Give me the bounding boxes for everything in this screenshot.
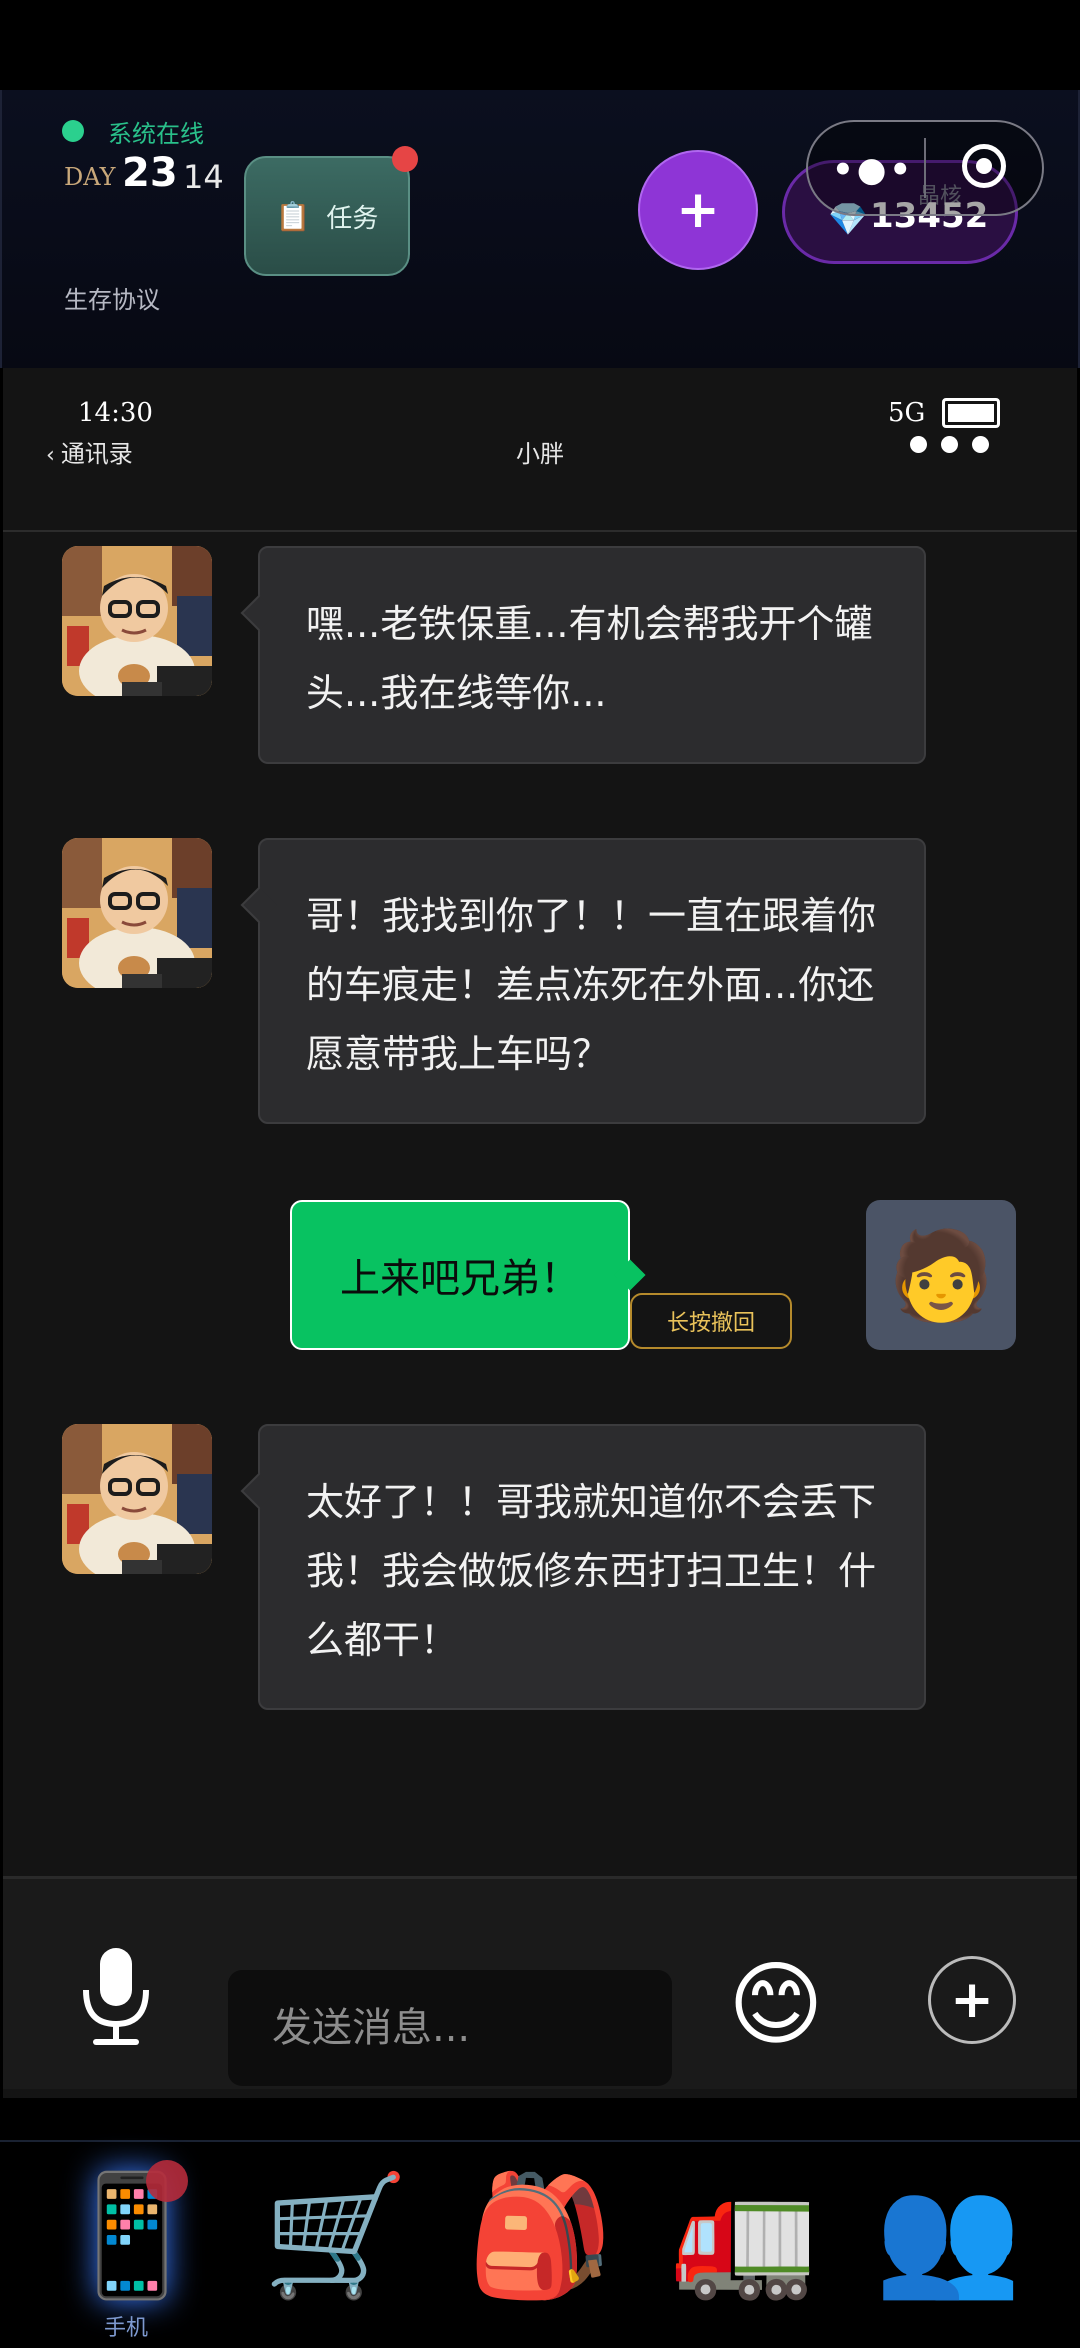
- capsule-divider: [924, 138, 926, 198]
- microphone-icon[interactable]: [74, 1944, 158, 2048]
- dot-icon: [941, 436, 958, 453]
- add-button[interactable]: +: [638, 150, 758, 270]
- incoming-message-bubble[interactable]: 嘿...老铁保重...有机会帮我开个罐头...我在线等你...: [240, 546, 926, 764]
- message-input[interactable]: [228, 1970, 672, 2086]
- person-icon: 🧑: [887, 1225, 995, 1326]
- dot-icon: [972, 436, 989, 453]
- contact-avatar[interactable]: [62, 838, 212, 988]
- contact-avatar[interactable]: [62, 546, 212, 696]
- day-label: DAY: [64, 163, 116, 191]
- message-text: 上来吧兄弟！: [340, 1256, 580, 1302]
- incoming-message-bubble[interactable]: 太好了！！哥我就知道你不会丢下我！我会做饭修东西打扫卫生！什么都干！: [240, 1424, 926, 1710]
- nav-item-phone[interactable]: 📱: [52, 2160, 212, 2310]
- people-icon: 👥: [874, 2165, 1022, 2304]
- close-miniprogram-icon[interactable]: [962, 144, 1006, 188]
- emoji-button[interactable]: 😊: [728, 1950, 824, 2060]
- online-status-icon: [62, 120, 84, 142]
- survival-protocol-link[interactable]: 生存协议: [64, 280, 160, 315]
- nav-item-shop[interactable]: 🛒: [256, 2160, 416, 2310]
- self-avatar[interactable]: 🧑: [866, 1200, 1016, 1350]
- truck-icon: 🚛: [670, 2165, 818, 2304]
- outgoing-message-bubble[interactable]: 上来吧兄弟！: [290, 1200, 646, 1350]
- day-number: 23: [122, 150, 178, 196]
- task-label: 任务: [326, 203, 379, 234]
- task-notification-badge: [392, 146, 418, 172]
- day-hour: 14: [183, 158, 224, 196]
- nav-label-phone: 手机: [104, 2316, 149, 2341]
- backpack-icon: 🎒: [466, 2165, 614, 2304]
- contact-avatar-image: [62, 1424, 212, 1574]
- nav-item-backpack[interactable]: 🎒: [460, 2160, 620, 2310]
- clipboard-icon: 📋: [275, 199, 311, 233]
- network-indicator: 5G: [888, 398, 926, 428]
- contact-avatar-image: [62, 838, 212, 988]
- task-button[interactable]: 📋 任务: [244, 156, 410, 276]
- long-press-recall-hint[interactable]: 长按撤回: [630, 1293, 792, 1349]
- message-text: 嘿...老铁保重...有机会帮我开个罐头...我在线等你...: [306, 602, 873, 715]
- contact-avatar[interactable]: [62, 1424, 212, 1574]
- shopping-cart-icon: 🛒: [262, 2165, 410, 2304]
- more-options-button[interactable]: •●•: [832, 150, 914, 190]
- battery-icon: [942, 398, 1000, 428]
- phone-notification-badge: [146, 2160, 188, 2202]
- message-text: 哥！我找到你了！！一直在跟着你的车痕走！差点冻死在外面...你还愿意带我上车吗？: [306, 894, 877, 1076]
- system-status-text: 系统在线: [108, 120, 204, 148]
- contact-avatar-image: [62, 546, 212, 696]
- nav-item-truck[interactable]: 🚛: [664, 2160, 824, 2310]
- chat-menu-button[interactable]: [910, 436, 989, 453]
- dot-icon: [910, 436, 927, 453]
- attach-button[interactable]: +: [928, 1956, 1016, 2044]
- message-text: 太好了！！哥我就知道你不会丢下我！我会做饭修东西打扫卫生！什么都干！: [306, 1480, 877, 1662]
- incoming-message-bubble[interactable]: 哥！我找到你了！！一直在跟着你的车痕走！差点冻死在外面...你还愿意带我上车吗？: [240, 838, 926, 1124]
- header-divider: [3, 530, 1077, 532]
- phone-clock: 14:30: [78, 398, 153, 428]
- nav-item-contacts[interactable]: 👥: [868, 2160, 1028, 2310]
